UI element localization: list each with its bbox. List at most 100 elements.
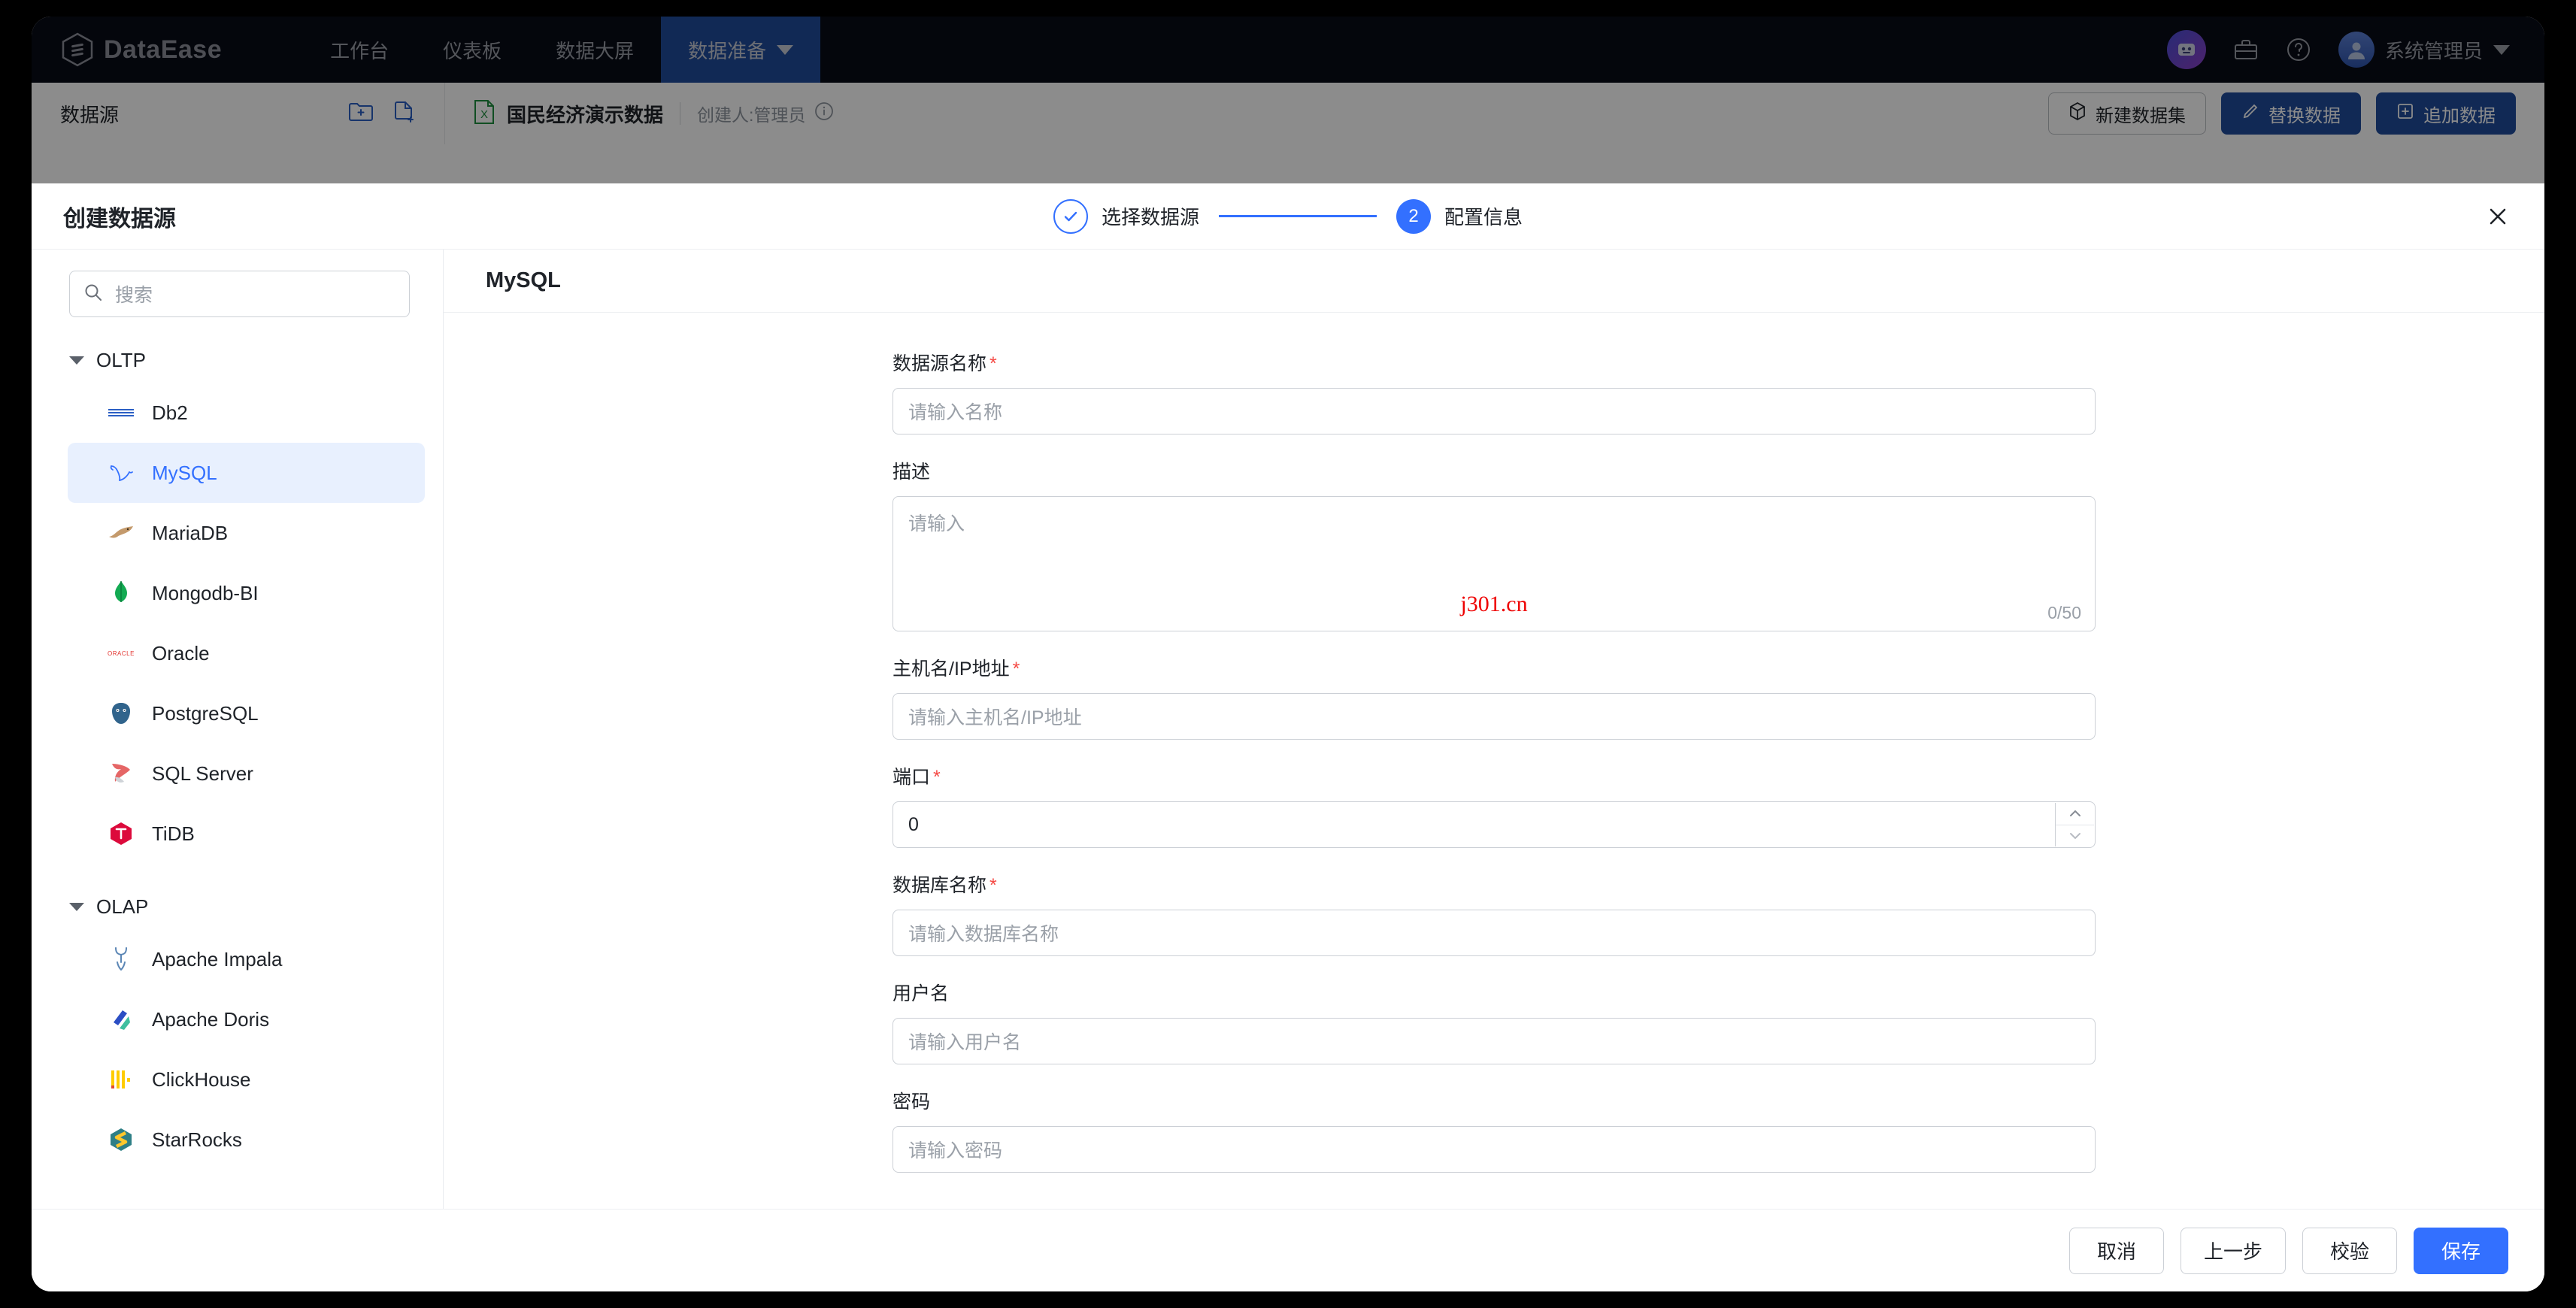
field-label: 用户名 (893, 979, 2096, 1006)
username-input[interactable]: 请输入用户名 (893, 1018, 2096, 1064)
sidebar-item-postgresql[interactable]: PostgreSQL (68, 683, 425, 743)
app-window: DataEase 工作台 仪表板 数据大屏 数据准备 (32, 17, 2544, 1291)
sidebar-item-label: MariaDB (152, 522, 228, 545)
datasource-form-pane: MySQL 数据源名称* 请输入名称 描述 请输 (444, 250, 2544, 1209)
sidebar-item-sql-server[interactable]: SQL Server (68, 743, 425, 804)
cancel-button[interactable]: 取消 (2069, 1228, 2164, 1274)
step-check-icon (1053, 199, 1088, 234)
mariadb-icon (107, 519, 135, 547)
group-label: OLTP (96, 349, 146, 372)
svg-text:ORACLE: ORACLE (108, 650, 135, 657)
sidebar-item-mongodb-bi[interactable]: Mongodb-BI (68, 563, 425, 623)
stepper-up-icon[interactable] (2056, 803, 2094, 825)
sidebar-item-label: Apache Doris (152, 1008, 269, 1031)
dialog-body: 搜索 OLTP (32, 250, 2544, 1209)
search-wrapper: 搜索 (32, 271, 443, 317)
placeholder: 请输入名称 (908, 398, 1002, 425)
postgresql-icon (107, 699, 135, 728)
step-connector (1219, 215, 1377, 217)
form-content: 数据源名称* 请输入名称 描述 请输入 j301.cn 0/50 (893, 313, 2096, 1173)
search-input[interactable]: 搜索 (69, 271, 410, 317)
required-marker: * (1013, 659, 1020, 680)
mongodb-icon (107, 579, 135, 607)
field-username: 用户名 请输入用户名 (893, 979, 2096, 1064)
required-marker: * (989, 353, 997, 374)
placeholder: 请输入用户名 (908, 1028, 1021, 1055)
database-name-input[interactable]: 请输入数据库名称 (893, 910, 2096, 956)
step-indicator: 选择数据源 2 配置信息 (32, 183, 2544, 249)
sidebar-item-mariadb[interactable]: MariaDB (68, 503, 425, 563)
clickhouse-icon (107, 1065, 135, 1094)
group-header-oltp[interactable]: OLTP (32, 338, 443, 383)
db2-icon (107, 398, 135, 427)
dialog-footer: 取消 上一步 校验 保存 (32, 1209, 2544, 1291)
validate-button[interactable]: 校验 (2302, 1228, 2397, 1274)
placeholder: 请输入数据库名称 (908, 919, 1059, 946)
placeholder: 请输入 (908, 513, 965, 534)
port-input[interactable]: 0 (893, 801, 2096, 848)
field-description: 描述 请输入 j301.cn 0/50 (893, 457, 2096, 631)
sidebar-item-oracle[interactable]: ORACLE Oracle (68, 623, 425, 683)
label-text: 数据库名称 (893, 875, 986, 896)
form-title: MySQL (486, 268, 561, 293)
field-label: 密码 (893, 1087, 2096, 1114)
tidb-icon (107, 819, 135, 848)
watermark-text: j301.cn (1460, 592, 1527, 617)
mysql-icon (107, 459, 135, 487)
search-icon (83, 283, 103, 306)
dialog-header: 创建数据源 选择数据源 2 配置信息 (32, 183, 2544, 250)
sidebar-item-mysql[interactable]: MySQL (68, 443, 425, 503)
sidebar-item-tidb[interactable]: TiDB (68, 804, 425, 864)
label-text: 端口 (893, 767, 930, 788)
password-input[interactable]: 请输入密码 (893, 1126, 2096, 1173)
placeholder: 请输入主机名/IP地址 (908, 703, 1082, 730)
field-label: 端口* (893, 762, 2096, 789)
group-label: OLAP (96, 895, 148, 919)
label-text: 主机名/IP地址 (893, 659, 1010, 680)
placeholder: 请输入密码 (908, 1136, 1002, 1163)
step-select-datasource[interactable]: 选择数据源 (1053, 199, 1199, 234)
impala-icon (107, 945, 135, 973)
previous-step-button[interactable]: 上一步 (2181, 1228, 2286, 1274)
sidebar-item-apache-impala[interactable]: Apache Impala (68, 929, 425, 989)
port-value: 0 (908, 814, 919, 836)
field-datasource-name: 数据源名称* 请输入名称 (893, 349, 2096, 434)
label-text: 数据源名称 (893, 353, 986, 374)
description-textarea[interactable]: 请输入 j301.cn 0/50 (893, 496, 2096, 631)
sidebar-item-label: MySQL (152, 462, 217, 485)
step-label: 选择数据源 (1102, 202, 1199, 230)
doris-icon (107, 1005, 135, 1034)
form-scroll-area[interactable]: 数据源名称* 请输入名称 描述 请输入 j301.cn 0/50 (444, 313, 2544, 1209)
group-header-olap[interactable]: OLAP (32, 885, 443, 929)
sidebar-item-label: Mongodb-BI (152, 582, 259, 605)
datasource-name-input[interactable]: 请输入名称 (893, 388, 2096, 434)
sidebar-item-db2[interactable]: Db2 (68, 383, 425, 443)
search-placeholder: 搜索 (115, 280, 153, 307)
sidebar-item-label: Db2 (152, 401, 188, 425)
group-oltp: OLTP Db2 (32, 338, 443, 864)
field-database-name: 数据库名称* 请输入数据库名称 (893, 870, 2096, 956)
field-label: 数据库名称* (893, 870, 2096, 898)
sidebar-item-apache-doris[interactable]: Apache Doris (68, 989, 425, 1049)
field-port: 端口* 0 (893, 762, 2096, 848)
step-number: 2 (1396, 199, 1431, 234)
sidebar-item-clickhouse[interactable]: ClickHouse (68, 1049, 425, 1110)
field-label: 数据源名称* (893, 349, 2096, 376)
field-label: 主机名/IP地址* (893, 654, 2096, 681)
step-label: 配置信息 (1444, 202, 1523, 230)
host-input[interactable]: 请输入主机名/IP地址 (893, 693, 2096, 740)
create-datasource-dialog: 创建数据源 选择数据源 2 配置信息 (32, 183, 2544, 1291)
stepper-down-icon[interactable] (2056, 825, 2094, 847)
sidebar-item-starrocks[interactable]: StarRocks (68, 1110, 425, 1170)
sidebar-item-label: Oracle (152, 642, 210, 665)
group-olap: OLAP Apache Impala (32, 885, 443, 1170)
save-button[interactable]: 保存 (2414, 1228, 2508, 1274)
sidebar-item-label: PostgreSQL (152, 702, 259, 725)
step-config-info[interactable]: 2 配置信息 (1396, 199, 1523, 234)
starrocks-icon (107, 1125, 135, 1154)
sidebar-item-label: SQL Server (152, 762, 253, 786)
form-header: MySQL (444, 250, 2544, 313)
field-password: 密码 请输入密码 (893, 1087, 2096, 1173)
close-icon[interactable] (2486, 204, 2510, 229)
required-marker: * (933, 767, 941, 788)
